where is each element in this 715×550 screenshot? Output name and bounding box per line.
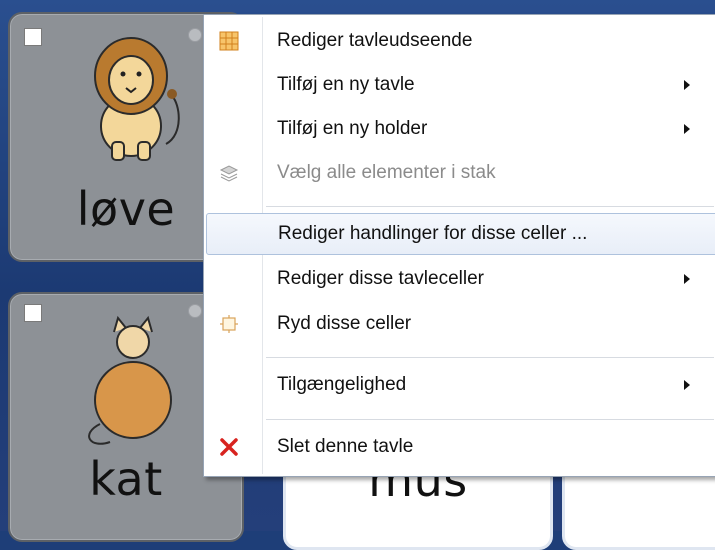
cell-select-checkbox[interactable] [24, 304, 42, 322]
stack-icon [219, 165, 239, 182]
cat-icon [88, 315, 172, 445]
menu-separator [266, 206, 714, 207]
submenu-arrow-icon [684, 380, 690, 390]
menu-item-label: Tilgængelighed [277, 374, 407, 395]
cell-select-checkbox[interactable] [24, 28, 42, 46]
menu-item-label: Rediger handlinger for disse celler ... [278, 223, 588, 244]
menu-separator [266, 357, 714, 358]
menu-item-label: Vælg alle elementer i stak [277, 162, 496, 183]
menu-item-tilgaengelighed[interactable]: Tilgængelighed [206, 366, 715, 404]
menu-item-label: Rediger tavleudseende [277, 30, 473, 51]
lion-icon [94, 37, 180, 161]
submenu-arrow-icon [684, 274, 690, 284]
menu-item-label: Tilføj en ny holder [277, 118, 428, 139]
submenu-arrow-icon [684, 124, 690, 134]
delete-x-icon [220, 438, 238, 456]
menu-item-rediger-tavleudseende[interactable]: Rediger tavleudseende [206, 22, 715, 60]
menu-item-label: Rediger disse tavleceller [277, 268, 484, 289]
menu-item-ryd-celler[interactable]: Ryd disse celler [206, 305, 715, 343]
menu-item-label: Ryd disse celler [277, 313, 412, 334]
menu-item-tilfoej-ny-tavle[interactable]: Tilføj en ny tavle [206, 66, 715, 104]
grid-icon [219, 31, 239, 51]
menu-item-tilfoej-ny-holder[interactable]: Tilføj en ny holder [206, 110, 715, 148]
menu-item-label: Tilføj en ny tavle [277, 74, 415, 95]
menu-item-vaelg-alle-elementer[interactable]: Vælg alle elementer i stak [206, 154, 715, 192]
submenu-arrow-icon [684, 80, 690, 90]
menu-item-rediger-handlinger[interactable]: Rediger handlinger for disse celler ... [206, 213, 715, 255]
menu-separator [266, 419, 714, 420]
cell-settings-icon[interactable] [188, 28, 202, 42]
menu-item-rediger-tavleceller[interactable]: Rediger disse tavleceller [206, 260, 715, 298]
cell-settings-icon[interactable] [188, 304, 202, 318]
clear-cells-icon [220, 315, 238, 333]
menu-item-slet-tavle[interactable]: Slet denne tavle [206, 428, 715, 466]
menu-item-label: Slet denne tavle [277, 436, 414, 457]
context-menu: Rediger tavleudseende Tilføj en ny tavle… [203, 14, 715, 477]
